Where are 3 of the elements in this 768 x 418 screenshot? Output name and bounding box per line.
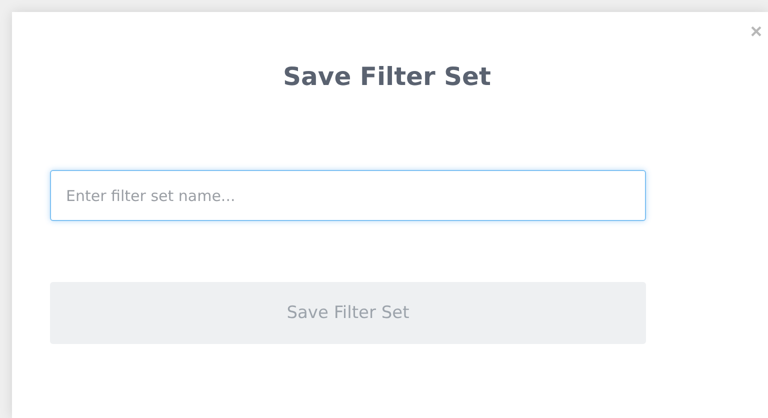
close-button[interactable]: × <box>748 22 764 42</box>
dialog-title: Save Filter Set <box>282 61 492 93</box>
name-input-field[interactable]: Enter filter set name... <box>50 170 646 221</box>
